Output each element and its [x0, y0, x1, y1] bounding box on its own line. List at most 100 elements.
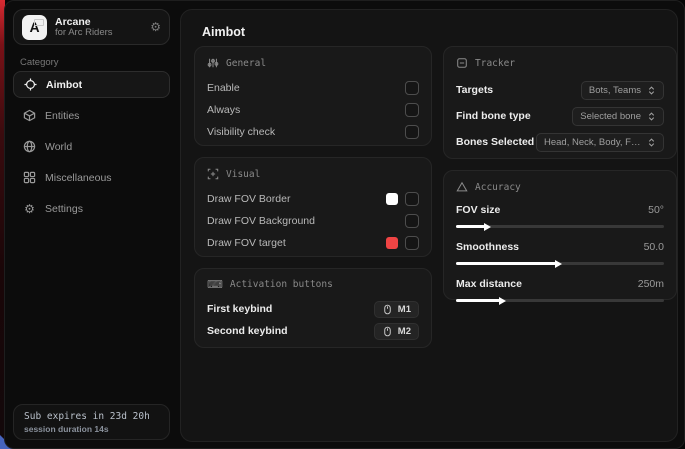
find-bone-type-dropdown[interactable]: Selected bone — [572, 107, 664, 126]
row-controls — [405, 214, 419, 228]
accuracy-card-title: Accuracy — [475, 182, 521, 193]
visual-card-title: Visual — [226, 169, 260, 180]
fov-icon — [207, 168, 219, 180]
tracker-card-header: Tracker — [456, 57, 664, 69]
world-icon — [23, 140, 36, 153]
settings-gear-icon: ⚙ — [23, 202, 36, 215]
setting-row-max-distance: Max distance 250m — [456, 275, 664, 302]
keybind-value: M2 — [398, 326, 411, 337]
chevron-up-down-icon — [647, 112, 656, 121]
app-window: A Arcane for Arc Riders ⚙ Category Aimbo… — [4, 0, 685, 449]
brand-card: A Arcane for Arc Riders ⚙ — [13, 9, 170, 45]
grid-icon — [23, 171, 36, 184]
sidebar-item-label: World — [45, 141, 72, 153]
sidebar-item-miscellaneous[interactable]: Miscellaneous — [13, 164, 170, 191]
row-label: Find bone type — [456, 110, 531, 122]
dropdown-value: Head, Neck, Body, Fe... — [544, 137, 641, 148]
fov-target-color-swatch[interactable] — [386, 237, 398, 249]
row-label: Smoothness — [456, 241, 519, 253]
fov-border-checkbox[interactable] — [405, 192, 419, 206]
setting-row-bones-selected: Bones Selected Head, Neck, Body, Fe... — [456, 129, 664, 155]
tracker-card-title: Tracker — [475, 58, 515, 69]
row-label: Bones Selected — [456, 136, 534, 148]
general-card-header: General — [207, 57, 419, 69]
setting-row-fov-target: Draw FOV target — [207, 232, 419, 254]
second-keybind-button[interactable]: M2 — [374, 323, 419, 340]
smoothness-slider[interactable] — [456, 262, 664, 265]
entities-icon — [23, 109, 36, 122]
setting-row-first-keybind: First keybind M1 — [207, 298, 419, 320]
sidebar-item-aimbot[interactable]: Aimbot — [13, 71, 170, 98]
fov-size-slider[interactable] — [456, 225, 664, 228]
slider-thumb[interactable] — [499, 297, 506, 305]
sidebar-item-world[interactable]: World — [13, 133, 170, 160]
activation-card: ⌨ Activation buttons First keybind M1 Se… — [194, 268, 432, 348]
screen: A Arcane for Arc Riders ⚙ Category Aimbo… — [0, 0, 685, 449]
slider-thumb[interactable] — [484, 223, 491, 231]
setting-row-smoothness: Smoothness 50.0 — [456, 238, 664, 265]
slider-fill — [456, 299, 500, 302]
setting-row-fov-background: Draw FOV Background — [207, 210, 419, 232]
sidebar-item-settings[interactable]: ⚙ Settings — [13, 195, 170, 222]
category-label: Category — [20, 57, 59, 68]
row-label: Draw FOV Border — [207, 193, 290, 205]
row-label: First keybind — [207, 303, 272, 315]
activation-card-header: ⌨ Activation buttons — [207, 279, 419, 290]
fov-background-checkbox[interactable] — [405, 214, 419, 228]
subscription-card: Sub expires in 23d 20h session duration … — [13, 404, 170, 440]
accuracy-card: Accuracy FOV size 50° Smoothne — [443, 170, 677, 300]
gear-icon[interactable]: ⚙ — [150, 20, 161, 34]
slider-value: 50° — [648, 204, 664, 216]
slider-value: 50.0 — [644, 241, 664, 253]
setting-row-enable: Enable — [207, 77, 419, 99]
enable-checkbox[interactable] — [405, 81, 419, 95]
setting-row-fov-size: FOV size 50° — [456, 201, 664, 228]
bones-selected-dropdown[interactable]: Head, Neck, Body, Fe... — [536, 133, 664, 152]
slider-fill — [456, 225, 485, 228]
slider-thumb[interactable] — [555, 260, 562, 268]
sidebar-item-label: Aimbot — [46, 79, 82, 91]
row-label: Second keybind — [207, 325, 288, 337]
slider-fill — [456, 262, 556, 265]
dropdown-value: Selected bone — [580, 111, 641, 122]
keyboard-icon: ⌨ — [207, 279, 223, 290]
sliders-icon — [207, 57, 219, 69]
session-duration-text: session duration 14s — [24, 424, 159, 434]
sidebar: A Arcane for Arc Riders ⚙ Category Aimbo… — [5, 1, 177, 448]
sidebar-item-entities[interactable]: Entities — [13, 102, 170, 129]
setting-row-find-bone-type: Find bone type Selected bone — [456, 103, 664, 129]
slider-value: 250m — [638, 278, 664, 290]
sidebar-item-label: Settings — [45, 203, 83, 215]
max-distance-slider[interactable] — [456, 299, 664, 302]
mouse-icon — [382, 326, 393, 337]
app-name: Arcane — [55, 16, 142, 28]
keybind-value: M1 — [398, 304, 411, 315]
visibility-check-checkbox[interactable] — [405, 125, 419, 139]
setting-row-always: Always — [207, 99, 419, 121]
fov-target-checkbox[interactable] — [405, 236, 419, 250]
visual-card: Visual Draw FOV Border Draw FOV Backgrou… — [194, 157, 432, 257]
sub-expiry-text: Sub expires in 23d 20h — [24, 411, 159, 422]
row-controls — [386, 236, 419, 250]
row-label: FOV size — [456, 204, 500, 216]
sidebar-item-label: Entities — [45, 110, 79, 122]
activation-card-title: Activation buttons — [230, 279, 333, 290]
row-label: Visibility check — [207, 126, 275, 138]
page-title: Aimbot — [202, 25, 245, 39]
first-keybind-button[interactable]: M1 — [374, 301, 419, 318]
fov-border-color-swatch[interactable] — [386, 193, 398, 205]
row-label: Always — [207, 104, 240, 116]
row-label: Draw FOV target — [207, 237, 286, 249]
tracker-icon — [456, 57, 468, 69]
app-logo: A — [22, 15, 47, 40]
setting-row-second-keybind: Second keybind M2 — [207, 320, 419, 342]
visual-card-header: Visual — [207, 168, 419, 180]
row-label: Targets — [456, 84, 493, 96]
targets-dropdown[interactable]: Bots, Teams — [581, 81, 664, 100]
main-panel: Aimbot General Enable Always Visibility … — [180, 9, 678, 442]
crosshair-icon — [24, 78, 37, 91]
chevron-up-down-icon — [647, 138, 656, 147]
dropdown-value: Bots, Teams — [589, 85, 641, 96]
always-checkbox[interactable] — [405, 103, 419, 117]
chevron-up-down-icon — [647, 86, 656, 95]
